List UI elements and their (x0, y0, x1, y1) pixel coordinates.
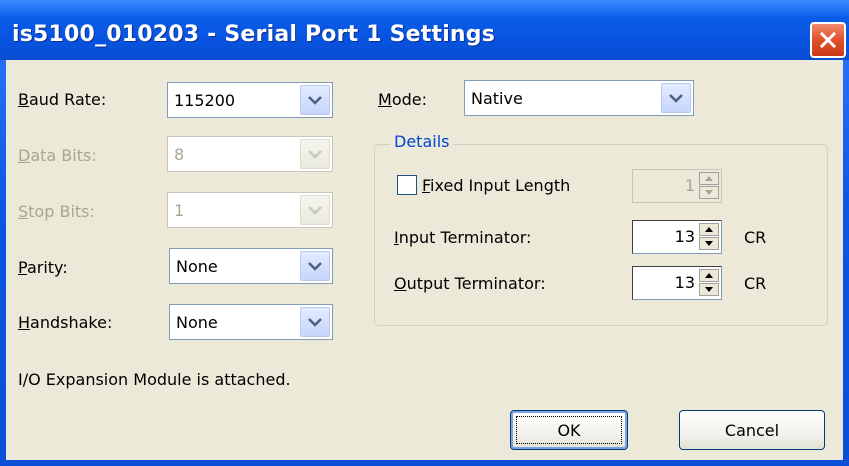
stop-bits-select: 1 (167, 192, 333, 228)
chevron-down-icon (669, 94, 683, 103)
spin-up-button[interactable] (699, 269, 719, 282)
details-group-title: Details (390, 132, 454, 151)
arrow-up-icon (705, 273, 713, 278)
close-icon (819, 31, 837, 49)
input-terminator-label: Input Terminator: (394, 228, 532, 247)
mode-dropdown-button[interactable] (661, 83, 691, 113)
spin-up-button[interactable] (699, 223, 719, 236)
dialog-body: Baud Rate: 115200 Data Bits: 8 Stop Bits… (6, 60, 843, 460)
stop-bits-label: Stop Bits: (18, 202, 95, 221)
input-terminator-spinner[interactable]: 13 (632, 220, 722, 254)
data-bits-dropdown-button (300, 139, 330, 169)
input-terminator-suffix: CR (744, 228, 767, 247)
fixed-input-length-spinner: 1 (632, 169, 722, 203)
arrow-up-icon (705, 227, 713, 232)
spin-down-button (699, 186, 719, 199)
parity-label: Parity: (18, 258, 68, 277)
focus-rect (516, 416, 622, 444)
baud-rate-value: 115200 (174, 91, 236, 110)
chevron-down-icon (308, 206, 322, 215)
close-button[interactable] (810, 22, 846, 58)
output-terminator-spinner[interactable]: 13 (632, 266, 722, 300)
output-terminator-value[interactable]: 13 (675, 273, 695, 292)
handshake-dropdown-button[interactable] (300, 307, 330, 337)
parity-value: None (176, 257, 218, 276)
mode-value: Native (471, 89, 523, 108)
arrow-down-icon (705, 241, 713, 246)
cancel-button-label: Cancel (724, 420, 780, 440)
fixed-input-length-label[interactable]: Fixed Input Length (422, 176, 570, 195)
data-bits-value: 8 (174, 145, 185, 164)
spin-up-button (699, 172, 719, 185)
parity-dropdown-button[interactable] (300, 251, 330, 281)
parity-select[interactable]: None (169, 248, 333, 284)
title-bar[interactable]: is5100_010203 - Serial Port 1 Settings (0, 0, 849, 60)
spin-down-button[interactable] (699, 237, 719, 250)
expansion-module-status: I/O Expansion Module is attached. (18, 370, 291, 389)
chevron-down-icon (308, 150, 322, 159)
chevron-down-icon (308, 318, 322, 327)
mode-label: Mode: (378, 90, 427, 109)
ok-button[interactable]: OK (510, 410, 628, 450)
mode-select[interactable]: Native (464, 80, 694, 116)
fixed-input-length-value: 1 (684, 176, 695, 195)
arrow-down-icon (705, 287, 713, 292)
data-bits-label: Data Bits: (18, 146, 97, 165)
window-title: is5100_010203 - Serial Port 1 Settings (12, 22, 496, 47)
chevron-down-icon (308, 262, 322, 271)
fixed-input-length-checkbox[interactable] (397, 175, 417, 195)
chevron-down-icon (308, 96, 322, 105)
output-terminator-suffix: CR (744, 274, 767, 293)
spin-down-button[interactable] (699, 283, 719, 296)
cancel-button[interactable]: Cancel (679, 410, 825, 450)
output-terminator-label: Output Terminator: (394, 274, 546, 293)
handshake-select[interactable]: None (169, 304, 333, 340)
stop-bits-value: 1 (174, 201, 185, 220)
arrow-up-icon (705, 176, 713, 181)
arrow-down-icon (705, 190, 713, 195)
input-terminator-value[interactable]: 13 (675, 227, 695, 246)
handshake-value: None (176, 313, 218, 332)
data-bits-select: 8 (167, 136, 333, 172)
handshake-label: Handshake: (18, 313, 113, 332)
dialog-window: is5100_010203 - Serial Port 1 Settings B… (0, 0, 849, 466)
baud-rate-select[interactable]: 115200 (167, 82, 333, 118)
stop-bits-dropdown-button (300, 195, 330, 225)
baud-rate-dropdown-button[interactable] (300, 85, 330, 115)
baud-rate-label: Baud Rate: (18, 90, 107, 109)
